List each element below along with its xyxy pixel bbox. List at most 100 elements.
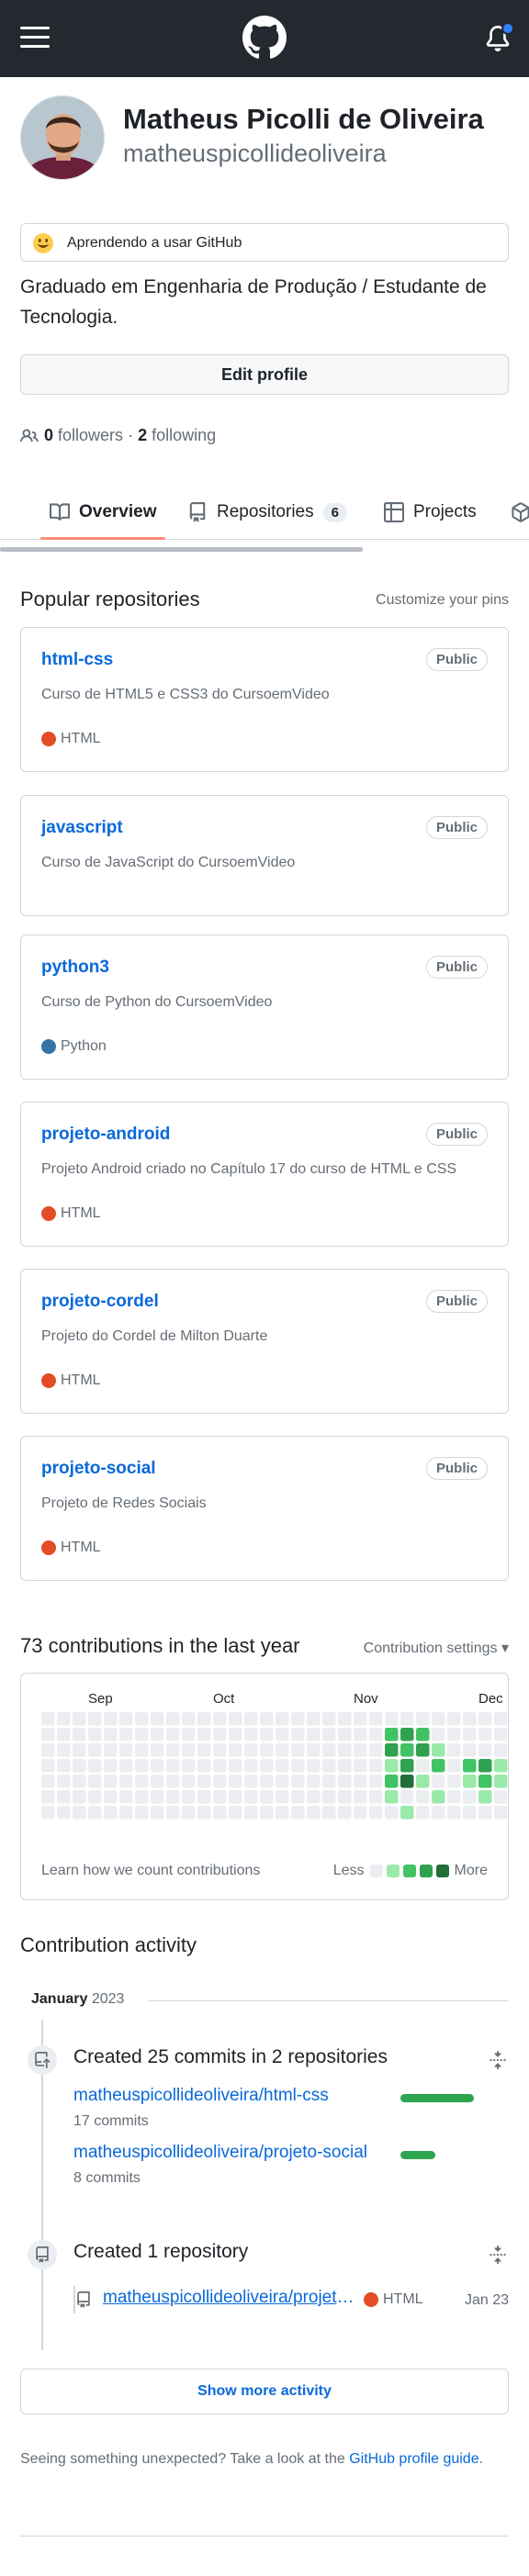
contribution-day-cell[interactable]	[73, 1728, 86, 1742]
contribution-day-cell[interactable]	[213, 1775, 227, 1788]
contribution-day-cell[interactable]	[119, 1775, 133, 1788]
contribution-day-cell[interactable]	[229, 1759, 242, 1773]
contribution-day-cell[interactable]	[276, 1743, 289, 1757]
contribution-day-cell[interactable]	[57, 1806, 71, 1820]
contribution-day-cell[interactable]	[291, 1759, 305, 1773]
contribution-day-cell[interactable]	[244, 1790, 258, 1804]
contribution-day-cell[interactable]	[166, 1806, 180, 1820]
contribution-day-cell[interactable]	[182, 1759, 196, 1773]
show-more-activity-button[interactable]: Show more activity	[20, 2369, 509, 2414]
contribution-day-cell[interactable]	[494, 1775, 508, 1788]
contribution-day-cell[interactable]	[447, 1728, 461, 1742]
contribution-day-cell[interactable]	[104, 1743, 118, 1757]
contribution-day-cell[interactable]	[260, 1712, 274, 1726]
contribution-day-cell[interactable]	[119, 1728, 133, 1742]
contribution-day-cell[interactable]	[213, 1790, 227, 1804]
contribution-day-cell[interactable]	[307, 1759, 321, 1773]
contribution-day-cell[interactable]	[463, 1806, 477, 1820]
contribution-day-cell[interactable]	[88, 1775, 102, 1788]
learn-contributions-link[interactable]: Learn how we count contributions	[41, 1863, 260, 1879]
contribution-day-cell[interactable]	[151, 1759, 164, 1773]
contribution-day-cell[interactable]	[291, 1743, 305, 1757]
contribution-day-cell[interactable]	[432, 1806, 445, 1820]
contribution-day-cell[interactable]	[197, 1790, 211, 1804]
contribution-day-cell[interactable]	[229, 1728, 242, 1742]
contribution-day-cell[interactable]	[307, 1712, 321, 1726]
contribution-day-cell[interactable]	[229, 1790, 242, 1804]
contribution-day-cell[interactable]	[182, 1728, 196, 1742]
contribution-day-cell[interactable]	[354, 1728, 367, 1742]
contribution-day-cell[interactable]	[244, 1728, 258, 1742]
contribution-day-cell[interactable]	[88, 1790, 102, 1804]
contribution-settings-dropdown[interactable]: Contribution settings ▾	[364, 1639, 509, 1657]
contribution-day-cell[interactable]	[166, 1728, 180, 1742]
contribution-day-cell[interactable]	[244, 1759, 258, 1773]
contribution-day-cell[interactable]	[494, 1759, 508, 1773]
contribution-day-cell[interactable]	[416, 1728, 430, 1742]
contribution-day-cell[interactable]	[322, 1743, 336, 1757]
contribution-day-cell[interactable]	[260, 1728, 274, 1742]
contribution-day-cell[interactable]	[104, 1728, 118, 1742]
edit-profile-button[interactable]: Edit profile	[20, 354, 509, 395]
contribution-day-cell[interactable]	[416, 1775, 430, 1788]
contribution-day-cell[interactable]	[135, 1759, 149, 1773]
contribution-day-cell[interactable]	[338, 1806, 352, 1820]
contribution-day-cell[interactable]	[447, 1712, 461, 1726]
contribution-day-cell[interactable]	[400, 1712, 414, 1726]
repo-link[interactable]: projeto-android	[41, 1125, 170, 1145]
contribution-day-cell[interactable]	[447, 1743, 461, 1757]
fold-icon[interactable]	[489, 2246, 507, 2264]
contribution-day-cell[interactable]	[197, 1775, 211, 1788]
contribution-day-cell[interactable]	[369, 1712, 383, 1726]
contribution-day-cell[interactable]	[119, 1743, 133, 1757]
contribution-day-cell[interactable]	[41, 1759, 55, 1773]
contribution-day-cell[interactable]	[385, 1743, 399, 1757]
commit-count-link[interactable]: 17 commits	[73, 2113, 149, 2130]
contribution-day-cell[interactable]	[135, 1790, 149, 1804]
contribution-day-cell[interactable]	[197, 1728, 211, 1742]
contribution-day-cell[interactable]	[104, 1759, 118, 1773]
contribution-day-cell[interactable]	[197, 1743, 211, 1757]
contribution-day-cell[interactable]	[432, 1759, 445, 1773]
contribution-day-cell[interactable]	[104, 1806, 118, 1820]
contribution-day-cell[interactable]	[73, 1743, 86, 1757]
contribution-day-cell[interactable]	[119, 1790, 133, 1804]
contribution-day-cell[interactable]	[478, 1759, 492, 1773]
contribution-day-cell[interactable]	[291, 1790, 305, 1804]
contribution-day-cell[interactable]	[416, 1712, 430, 1726]
contribution-day-cell[interactable]	[400, 1790, 414, 1804]
contribution-day-cell[interactable]	[432, 1712, 445, 1726]
contribution-day-cell[interactable]	[41, 1806, 55, 1820]
contribution-day-cell[interactable]	[213, 1759, 227, 1773]
contribution-day-cell[interactable]	[197, 1806, 211, 1820]
contribution-day-cell[interactable]	[260, 1759, 274, 1773]
contribution-day-cell[interactable]	[135, 1728, 149, 1742]
customize-pins-link[interactable]: Customize your pins	[376, 592, 509, 609]
contribution-day-cell[interactable]	[151, 1775, 164, 1788]
contribution-day-cell[interactable]	[354, 1790, 367, 1804]
contribution-day-cell[interactable]	[166, 1743, 180, 1757]
contribution-day-cell[interactable]	[400, 1806, 414, 1820]
contribution-day-cell[interactable]	[166, 1759, 180, 1773]
contribution-day-cell[interactable]	[447, 1775, 461, 1788]
contribution-day-cell[interactable]	[322, 1790, 336, 1804]
contribution-day-cell[interactable]	[463, 1712, 477, 1726]
contribution-day-cell[interactable]	[400, 1759, 414, 1773]
contribution-day-cell[interactable]	[213, 1712, 227, 1726]
contribution-day-cell[interactable]	[291, 1712, 305, 1726]
contribution-day-cell[interactable]	[385, 1712, 399, 1726]
contribution-day-cell[interactable]	[197, 1759, 211, 1773]
repo-link[interactable]: projeto-cordel	[41, 1292, 159, 1312]
tab-packages[interactable]	[511, 485, 529, 539]
contribution-day-cell[interactable]	[307, 1743, 321, 1757]
contribution-day-cell[interactable]	[369, 1775, 383, 1788]
contribution-day-cell[interactable]	[57, 1759, 71, 1773]
contribution-day-cell[interactable]	[229, 1806, 242, 1820]
tab-projects[interactable]: Projects	[384, 485, 477, 539]
contribution-day-cell[interactable]	[416, 1790, 430, 1804]
contribution-day-cell[interactable]	[322, 1712, 336, 1726]
contribution-day-cell[interactable]	[354, 1759, 367, 1773]
contribution-day-cell[interactable]	[307, 1775, 321, 1788]
contribution-day-cell[interactable]	[385, 1806, 399, 1820]
avatar[interactable]	[20, 95, 105, 180]
